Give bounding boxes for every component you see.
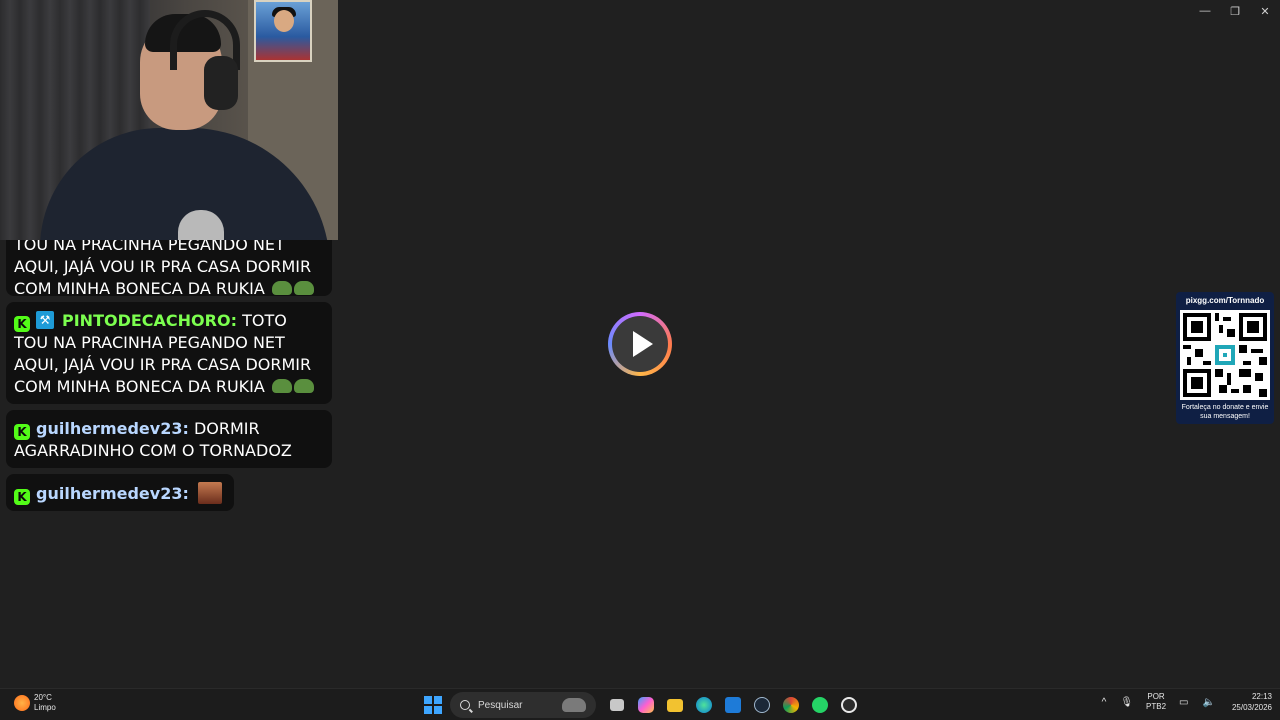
kick-badge-icon: K (14, 424, 30, 440)
weather-icon (14, 695, 30, 711)
chat-message: K ⚒ PINTODECACHORO: TOTO TOU NA PRACINHA P… (6, 302, 332, 404)
chat-username[interactable]: guilhermedev23: (36, 484, 189, 503)
chat-message-text: AQUI, JAJÁ VOU IR PRA CASA DORMIR COM MI… (14, 257, 312, 296)
chat-username[interactable]: guilhermedev23: (36, 419, 189, 438)
pepe-emote-icon (293, 281, 314, 295)
file-explorer-icon[interactable] (660, 692, 689, 718)
restore-button[interactable]: ❐ (1220, 0, 1250, 22)
donation-caption: Fortaleça no donate e envie sua mensagem… (1181, 404, 1269, 420)
microphone-icon[interactable]: 🎙 (1120, 697, 1133, 708)
language-indicator[interactable]: POR PTB2 (1146, 692, 1166, 712)
media-player-icon[interactable] (834, 692, 863, 718)
kick-badge-icon: K (14, 489, 30, 505)
taskbar-search[interactable]: Pesquisar (450, 692, 596, 718)
poster-image (254, 0, 312, 62)
chrome-icon[interactable] (776, 692, 805, 718)
search-placeholder: Pesquisar (478, 699, 523, 711)
chat-message: TOU NA PRACINHA PEGANDO NET AQUI, JAJÁ V… (6, 240, 332, 296)
pepe-emote-icon (293, 379, 314, 393)
webcam-overlay (0, 0, 338, 240)
search-icon (460, 700, 470, 710)
keyboard-layout: PTB2 (1146, 702, 1167, 711)
task-view-icon[interactable] (602, 692, 631, 718)
whatsapp-icon[interactable] (805, 692, 834, 718)
pepe-emote-icon (271, 379, 292, 393)
taskbar: 20°C Limpo Pesquisar ^ 🎙 POR PTB2 ▭ 🔈 22… (0, 688, 1280, 720)
chat-message: Kguilhermedev23: DORMIR AGARRADINHO COM … (6, 410, 332, 468)
donation-qr-card: pixgg.com/Tornnado Fortaleça no donate e… (1176, 292, 1274, 424)
language-code: POR (1147, 692, 1165, 701)
chat-message-clipped-line: TOU NA PRACINHA PEGANDO NET (14, 240, 285, 254)
start-button[interactable] (424, 696, 442, 714)
edge-browser-icon[interactable] (689, 692, 718, 718)
minimize-button[interactable]: — (1190, 0, 1220, 22)
qr-code (1180, 310, 1270, 400)
volume-icon[interactable]: 🔈 (1203, 697, 1215, 708)
weather-widget[interactable]: 20°C Limpo (14, 693, 56, 713)
donation-url: pixgg.com/Tornnado (1185, 296, 1265, 305)
system-tray: ^ 🎙 POR PTB2 ▭ 🔈 22:13 25/03/2026 (1095, 691, 1272, 713)
clock-date: 25/03/2026 (1231, 703, 1272, 712)
face-emote-icon (197, 482, 222, 504)
headphone-cup (204, 56, 238, 110)
tray-chevron-icon[interactable]: ^ (1102, 697, 1107, 708)
steam-icon[interactable] (747, 692, 776, 718)
weather-temp: 20°C (34, 693, 52, 702)
search-highlight-icon (562, 698, 586, 712)
chat-message: Kguilhermedev23: (6, 474, 234, 511)
pepe-emote-icon (271, 281, 292, 295)
window-controls: — ❐ ✕ (1190, 0, 1280, 22)
close-button[interactable]: ✕ (1250, 0, 1280, 22)
qr-code-icon (1183, 313, 1267, 397)
play-icon (633, 331, 653, 357)
clock[interactable]: 22:13 25/03/2026 (1232, 691, 1272, 713)
kick-badge-icon: K (14, 316, 30, 332)
play-button-inner (612, 316, 668, 372)
taskbar-apps: Pesquisar (424, 692, 863, 718)
weather-desc: Limpo (34, 703, 56, 712)
chat-overlay: TOU NA PRACINHA PEGANDO NET AQUI, JAJÁ V… (6, 240, 332, 517)
moderator-badge-icon: ⚒ (36, 311, 54, 329)
play-button[interactable] (608, 312, 672, 376)
microsoft-store-icon[interactable] (718, 692, 747, 718)
chat-username[interactable]: PINTODECACHORO: (62, 311, 237, 330)
clock-time: 22:13 (1251, 692, 1272, 701)
weather-info: 20°C Limpo (34, 693, 56, 713)
network-icon[interactable]: ▭ (1179, 697, 1188, 708)
copilot-icon[interactable] (631, 692, 660, 718)
